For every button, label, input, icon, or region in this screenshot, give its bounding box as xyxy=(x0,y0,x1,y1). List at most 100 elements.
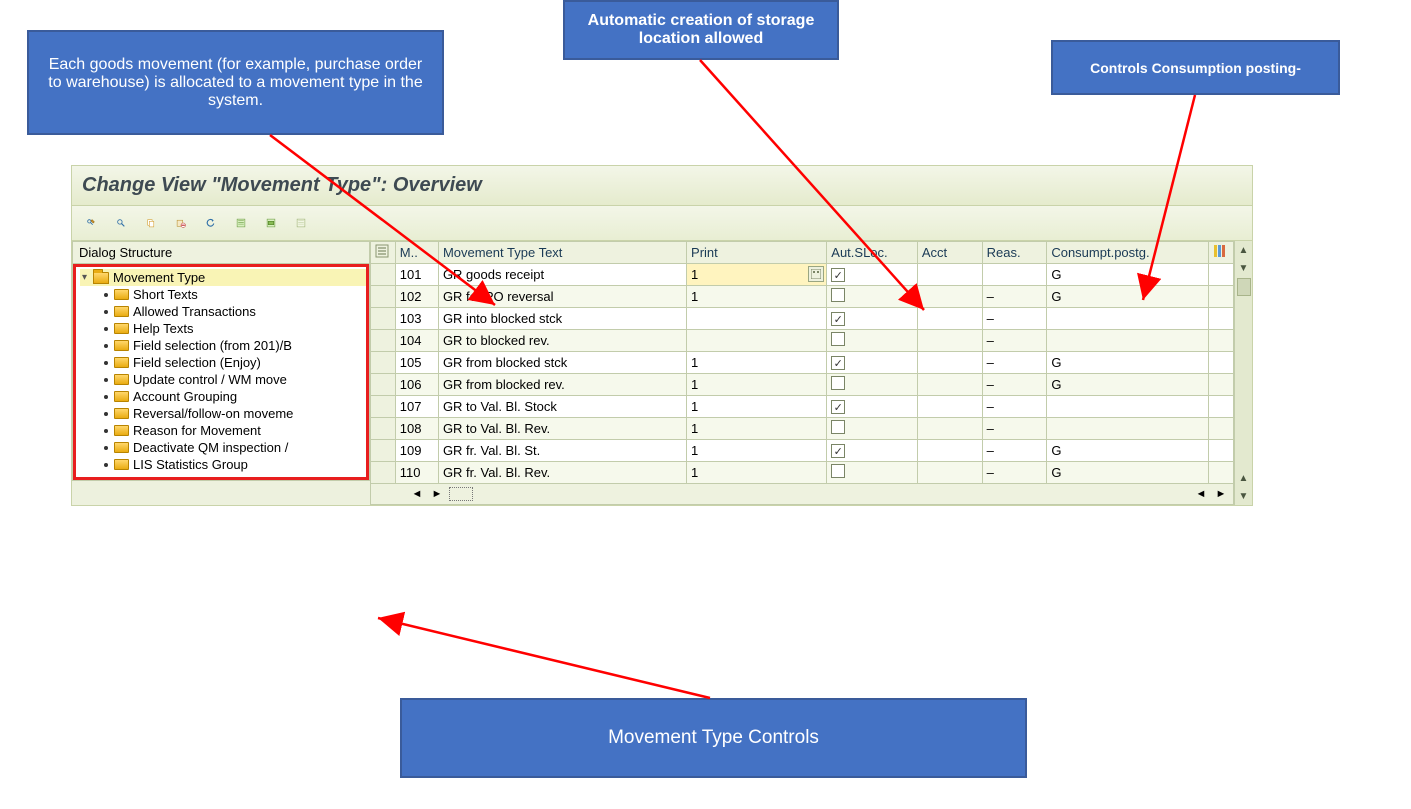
row-selector[interactable] xyxy=(371,440,396,462)
cell-consumption[interactable]: G xyxy=(1047,286,1209,308)
checkbox-aut-sloc[interactable] xyxy=(831,332,845,346)
find-button[interactable] xyxy=(110,212,132,234)
scroll-right-button[interactable]: ► xyxy=(429,486,445,502)
cell-movement-text[interactable]: GR from blocked stck xyxy=(438,352,686,374)
cell-movement-type[interactable]: 105 xyxy=(395,352,438,374)
col-movement-text[interactable]: Movement Type Text xyxy=(438,242,686,264)
scroll-up-button[interactable]: ▲ xyxy=(1236,241,1252,259)
cell-consumption[interactable]: G xyxy=(1047,264,1209,286)
vertical-scrollbar[interactable]: ▲ ▼ ▲ ▼ xyxy=(1234,241,1252,505)
cell-movement-text[interactable]: GR fr. Val. Bl. St. xyxy=(438,440,686,462)
cell-print[interactable]: 1 xyxy=(687,352,827,374)
cell-reas[interactable]: – xyxy=(982,440,1047,462)
cell-aut-sloc[interactable] xyxy=(827,286,918,308)
cell-print[interactable]: 1 xyxy=(687,286,827,308)
cell-reas[interactable]: – xyxy=(982,330,1047,352)
cell-aut-sloc[interactable] xyxy=(827,440,918,462)
scroll-left-button[interactable]: ◄ xyxy=(409,486,425,502)
cell-reas[interactable]: – xyxy=(982,462,1047,484)
tree-item-allowed-transactions[interactable]: Allowed Transactions xyxy=(80,303,366,320)
cell-acct[interactable] xyxy=(917,308,982,330)
row-selector[interactable] xyxy=(371,396,396,418)
cell-reas[interactable]: – xyxy=(982,396,1047,418)
cell-print[interactable]: 1 xyxy=(687,440,827,462)
tree-item-reversal-follow-on-moveme[interactable]: Reversal/follow-on moveme xyxy=(80,405,366,422)
deselect-all-button[interactable] xyxy=(290,212,312,234)
cell-movement-type[interactable]: 109 xyxy=(395,440,438,462)
tree-item-short-texts[interactable]: Short Texts xyxy=(80,286,366,303)
cell-movement-type[interactable]: 102 xyxy=(395,286,438,308)
cell-movement-text[interactable]: GR to Val. Bl. Rev. xyxy=(438,418,686,440)
checkbox-aut-sloc[interactable] xyxy=(831,400,845,414)
row-selector[interactable] xyxy=(371,462,396,484)
checkbox-aut-sloc[interactable] xyxy=(831,356,845,370)
copy-button[interactable] xyxy=(140,212,162,234)
cell-aut-sloc[interactable] xyxy=(827,352,918,374)
cell-acct[interactable] xyxy=(917,418,982,440)
cell-aut-sloc[interactable] xyxy=(827,418,918,440)
cell-reas[interactable]: – xyxy=(982,352,1047,374)
cell-consumption[interactable] xyxy=(1047,308,1209,330)
cell-print[interactable]: 1 xyxy=(687,462,827,484)
row-selector[interactable] xyxy=(371,352,396,374)
scroll-down-step-button[interactable]: ▼ xyxy=(1236,259,1252,277)
tree-item-field-selection-from-201-b[interactable]: Field selection (from 201)/B xyxy=(80,337,366,354)
cell-movement-text[interactable]: GR into blocked stck xyxy=(438,308,686,330)
col-movement-type[interactable]: M.. xyxy=(395,242,438,264)
col-aut-sloc[interactable]: Aut.SLoc. xyxy=(827,242,918,264)
cell-movement-text[interactable]: GR to blocked rev. xyxy=(438,330,686,352)
cell-aut-sloc[interactable] xyxy=(827,396,918,418)
cell-acct[interactable] xyxy=(917,396,982,418)
row-selector[interactable] xyxy=(371,264,396,286)
scroll-right-end-button[interactable]: ► xyxy=(1213,486,1229,502)
cell-reas[interactable]: – xyxy=(982,308,1047,330)
cell-acct[interactable] xyxy=(917,352,982,374)
display-change-button[interactable] xyxy=(80,212,102,234)
col-consumption[interactable]: Consumpt.postg. xyxy=(1047,242,1209,264)
row-selector[interactable] xyxy=(371,286,396,308)
select-block-button[interactable] xyxy=(260,212,282,234)
cell-movement-type[interactable]: 107 xyxy=(395,396,438,418)
cell-acct[interactable] xyxy=(917,462,982,484)
cell-movement-type[interactable]: 103 xyxy=(395,308,438,330)
cell-reas[interactable]: – xyxy=(982,418,1047,440)
col-reas[interactable]: Reas. xyxy=(982,242,1047,264)
cell-acct[interactable] xyxy=(917,330,982,352)
configure-columns-button[interactable] xyxy=(1209,242,1234,264)
col-acct[interactable]: Acct xyxy=(917,242,982,264)
search-help-icon[interactable] xyxy=(808,266,824,282)
tree-item-help-texts[interactable]: Help Texts xyxy=(80,320,366,337)
tree-item-reason-for-movement[interactable]: Reason for Movement xyxy=(80,422,366,439)
select-all-rows[interactable] xyxy=(371,242,396,264)
cell-acct[interactable] xyxy=(917,440,982,462)
scroll-left-end-button[interactable]: ◄ xyxy=(1193,486,1209,502)
cell-print[interactable] xyxy=(687,330,827,352)
cell-consumption[interactable] xyxy=(1047,396,1209,418)
row-selector[interactable] xyxy=(371,308,396,330)
cell-reas[interactable]: – xyxy=(982,286,1047,308)
cell-movement-text[interactable]: GR for PO reversal xyxy=(438,286,686,308)
checkbox-aut-sloc[interactable] xyxy=(831,376,845,390)
checkbox-aut-sloc[interactable] xyxy=(831,444,845,458)
scroll-up-end-button[interactable]: ▲ xyxy=(1236,469,1252,487)
cell-movement-type[interactable]: 108 xyxy=(395,418,438,440)
cell-print[interactable]: 1 xyxy=(687,374,827,396)
tree-root-movement-type[interactable]: ▾ Movement Type xyxy=(80,269,366,286)
cell-acct[interactable] xyxy=(917,264,982,286)
position-indicator[interactable] xyxy=(449,487,473,501)
cell-consumption[interactable]: G xyxy=(1047,462,1209,484)
cell-print[interactable]: 1 xyxy=(687,396,827,418)
cell-reas[interactable] xyxy=(982,264,1047,286)
tree-item-deactivate-qm-inspection-[interactable]: Deactivate QM inspection / xyxy=(80,439,366,456)
cell-consumption[interactable]: G xyxy=(1047,374,1209,396)
cell-print[interactable]: 1 xyxy=(687,264,827,286)
cell-movement-type[interactable]: 110 xyxy=(395,462,438,484)
tree-item-lis-statistics-group[interactable]: LIS Statistics Group xyxy=(80,456,366,473)
cell-acct[interactable] xyxy=(917,286,982,308)
cell-consumption[interactable] xyxy=(1047,418,1209,440)
cell-movement-text[interactable]: GR fr. Val. Bl. Rev. xyxy=(438,462,686,484)
select-all-button[interactable] xyxy=(230,212,252,234)
cell-consumption[interactable] xyxy=(1047,330,1209,352)
checkbox-aut-sloc[interactable] xyxy=(831,464,845,478)
row-selector[interactable] xyxy=(371,330,396,352)
